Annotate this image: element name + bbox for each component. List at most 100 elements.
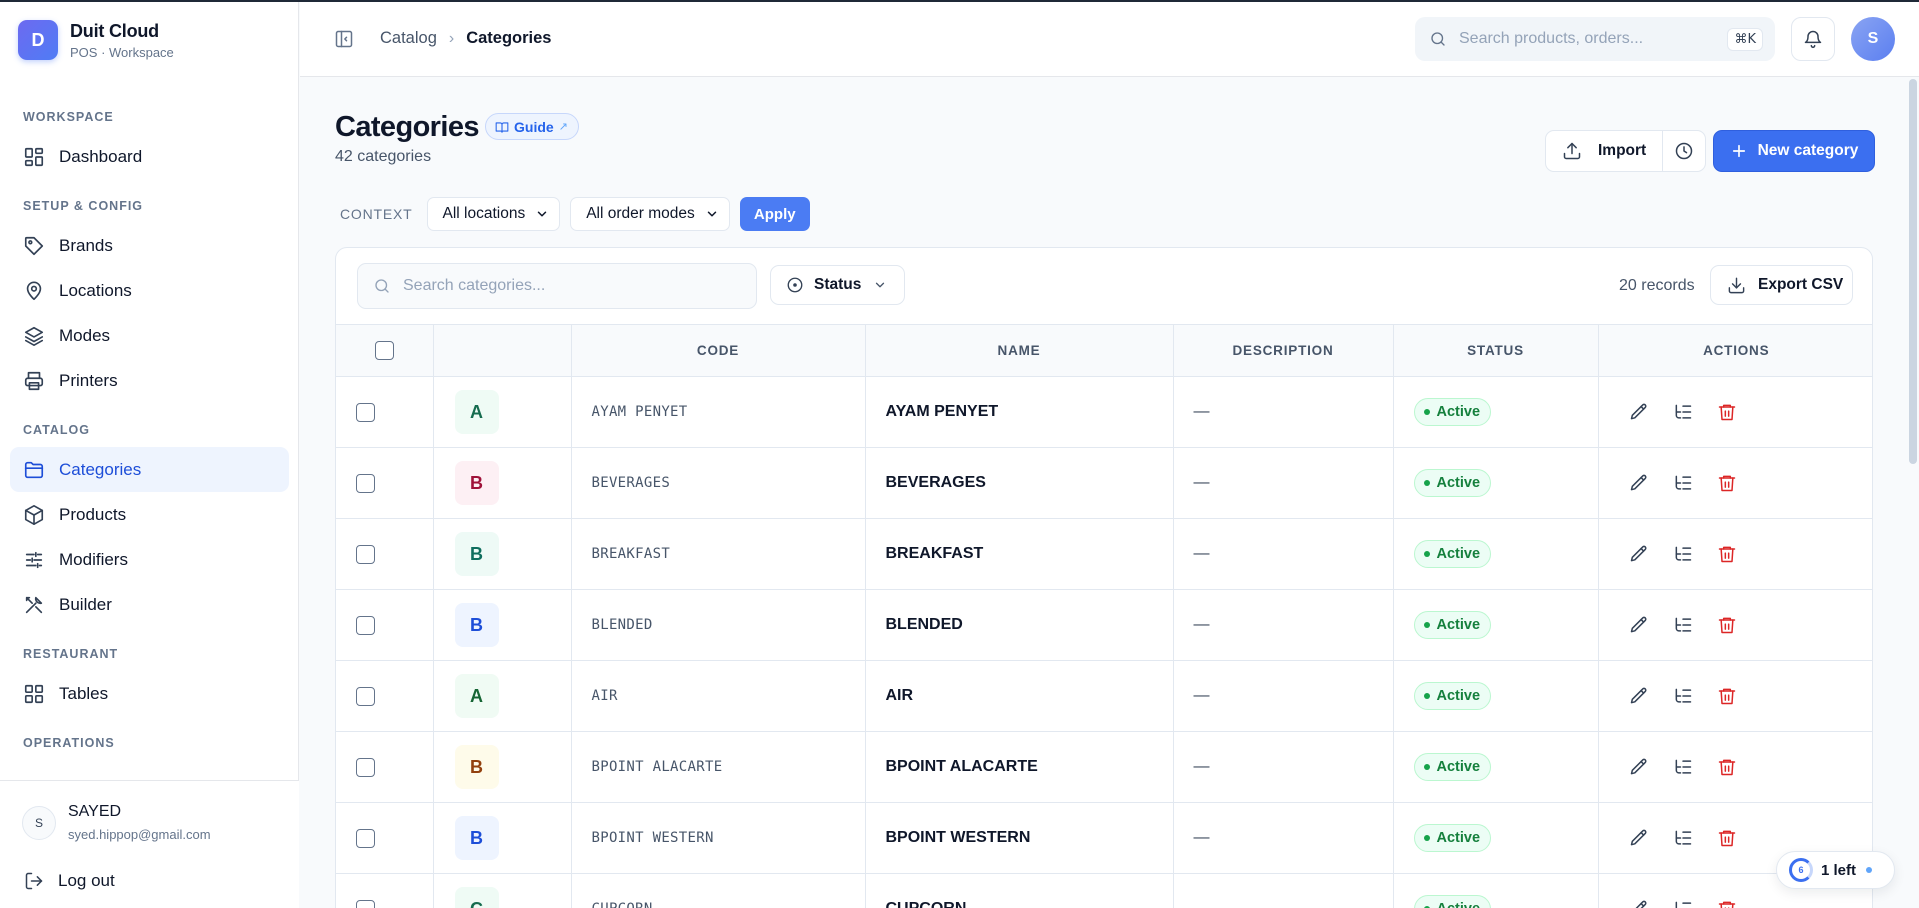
bell-icon <box>1803 29 1823 49</box>
notifications-button[interactable] <box>1791 17 1835 61</box>
sidebar-item-modifiers[interactable]: Modifiers <box>10 537 289 582</box>
status-dot <box>1423 480 1430 486</box>
sidebar-item-locations[interactable]: Locations <box>10 268 289 313</box>
export-csv-label: Export CSV <box>1758 276 1844 293</box>
sidebar-item-categories[interactable]: Categories <box>10 447 289 492</box>
guide-link[interactable]: Guide ↗ <box>485 113 579 140</box>
table-row[interactable]: A AYAM PENYET AYAM PENYET — Active <box>336 376 1872 448</box>
table-row[interactable]: C CUPCORN CUPCORN — Active <box>336 873 1872 908</box>
breadcrumb-catalog[interactable]: Catalog <box>380 29 437 48</box>
delete-button[interactable] <box>1715 755 1739 779</box>
import-button[interactable]: Import <box>1546 131 1664 171</box>
delete-button[interactable] <box>1715 684 1739 708</box>
page-scrollbar[interactable] <box>1907 77 1919 908</box>
edit-button[interactable] <box>1627 755 1651 779</box>
column-header-actions: ACTIONS <box>1598 324 1872 377</box>
category-description: — <box>1173 589 1394 661</box>
avatar[interactable]: S <box>1851 17 1895 61</box>
guide-label: Guide <box>514 118 554 135</box>
view-products-button[interactable] <box>1671 897 1695 908</box>
scrollbar-thumb[interactable] <box>1909 79 1917 464</box>
edit-button[interactable] <box>1627 826 1651 850</box>
import-history-button[interactable] <box>1663 131 1705 171</box>
apply-button[interactable]: Apply <box>739 197 810 231</box>
row-checkbox[interactable] <box>356 615 375 635</box>
edit-button[interactable] <box>1627 471 1651 495</box>
brand[interactable]: D Duit Cloud POS · Workspace <box>18 20 174 60</box>
sidebar-item-products[interactable]: Products <box>10 492 289 537</box>
row-checkbox[interactable] <box>356 402 375 422</box>
category-description: — <box>1173 447 1394 519</box>
table-row[interactable]: B BPOINT WESTERN BPOINT WESTERN — Active <box>336 802 1872 874</box>
row-checkbox[interactable] <box>356 544 375 564</box>
topbar: Catalog › Categories Search products, or… <box>300 2 1919 77</box>
delete-button[interactable] <box>1715 826 1739 850</box>
status-cell: Active <box>1393 518 1599 590</box>
sidebar-item-modes[interactable]: Modes <box>10 313 289 358</box>
delete-button[interactable] <box>1715 471 1739 495</box>
category-search-input[interactable]: Search categories... <box>357 263 757 309</box>
global-search-input[interactable]: Search products, orders... ⌘K <box>1415 17 1775 61</box>
pencil-icon <box>1629 402 1649 422</box>
delete-button[interactable] <box>1715 400 1739 424</box>
table-row[interactable]: B BLENDED BLENDED — Active <box>336 589 1872 661</box>
delete-button[interactable] <box>1715 897 1739 908</box>
circle-dot-icon <box>786 276 804 294</box>
column-header-name[interactable]: NAME <box>865 324 1174 377</box>
nav-section-title: WORKSPACE <box>23 110 114 124</box>
row-checkbox[interactable] <box>356 757 375 777</box>
table-row[interactable]: B BEVERAGES BEVERAGES — Active <box>336 447 1872 519</box>
actions-cell <box>1598 589 1872 661</box>
edit-button[interactable] <box>1627 897 1651 908</box>
table-row[interactable]: A AIR AIR — Active <box>336 660 1872 732</box>
sidebar-item-builder[interactable]: Builder <box>10 582 289 627</box>
sidebar-item-brands[interactable]: Brands <box>10 223 289 268</box>
view-products-button[interactable] <box>1671 542 1695 566</box>
row-checkbox[interactable] <box>356 899 375 908</box>
status-label: Active <box>1436 404 1481 420</box>
category-code: BPOINT WESTERN <box>571 802 866 874</box>
view-products-button[interactable] <box>1671 613 1695 637</box>
trash-icon <box>1717 899 1737 908</box>
export-csv-button[interactable]: Export CSV <box>1710 265 1853 305</box>
edit-button[interactable] <box>1627 613 1651 637</box>
row-checkbox[interactable] <box>356 828 375 848</box>
status-filter-button[interactable]: Status <box>770 265 905 305</box>
view-products-button[interactable] <box>1671 471 1695 495</box>
view-products-button[interactable] <box>1671 755 1695 779</box>
row-checkbox[interactable] <box>356 473 375 493</box>
select-all-checkbox[interactable] <box>374 341 394 360</box>
edit-button[interactable] <box>1627 684 1651 708</box>
new-category-button[interactable]: New category <box>1713 130 1875 172</box>
user-profile[interactable]: S SAYED syed.hippop@gmail.com <box>22 803 211 842</box>
view-products-button[interactable] <box>1671 684 1695 708</box>
column-header-code[interactable]: CODE <box>571 324 866 377</box>
table-row[interactable]: B BREAKFAST BREAKFAST — Active <box>336 518 1872 590</box>
order-mode-select[interactable]: All order modes <box>570 197 730 231</box>
delete-button[interactable] <box>1715 613 1739 637</box>
column-header-status[interactable]: STATUS <box>1393 324 1599 377</box>
table-row[interactable]: B BPOINT ALACARTE BPOINT ALACARTE — Acti… <box>336 731 1872 803</box>
sidebar-item-tables[interactable]: Tables <box>10 671 289 716</box>
location-select[interactable]: All locations <box>426 197 561 231</box>
category-description: — <box>1173 376 1394 448</box>
status-cell: Active <box>1393 873 1599 908</box>
logout-button[interactable]: Log out <box>24 871 115 891</box>
sidebar-item-printers[interactable]: Printers <box>10 358 289 403</box>
view-products-button[interactable] <box>1671 826 1695 850</box>
row-checkbox[interactable] <box>356 686 375 706</box>
sidebar-item-label: Modes <box>59 325 111 345</box>
view-products-button[interactable] <box>1671 400 1695 424</box>
trash-icon <box>1717 544 1737 564</box>
status-label: Active <box>1436 546 1481 562</box>
edit-button[interactable] <box>1627 400 1651 424</box>
delete-button[interactable] <box>1715 542 1739 566</box>
onboarding-progress-pill[interactable]: 6 1 left <box>1776 851 1895 889</box>
category-name: BREAKFAST <box>865 518 1174 590</box>
brand-subtitle: POS · Workspace <box>70 44 174 60</box>
brand-logo: D <box>18 20 58 60</box>
sidebar-toggle-button[interactable] <box>334 29 354 49</box>
sidebar-item-dashboard[interactable]: Dashboard <box>10 134 289 179</box>
row-tile-cell: B <box>433 589 572 661</box>
edit-button[interactable] <box>1627 542 1651 566</box>
